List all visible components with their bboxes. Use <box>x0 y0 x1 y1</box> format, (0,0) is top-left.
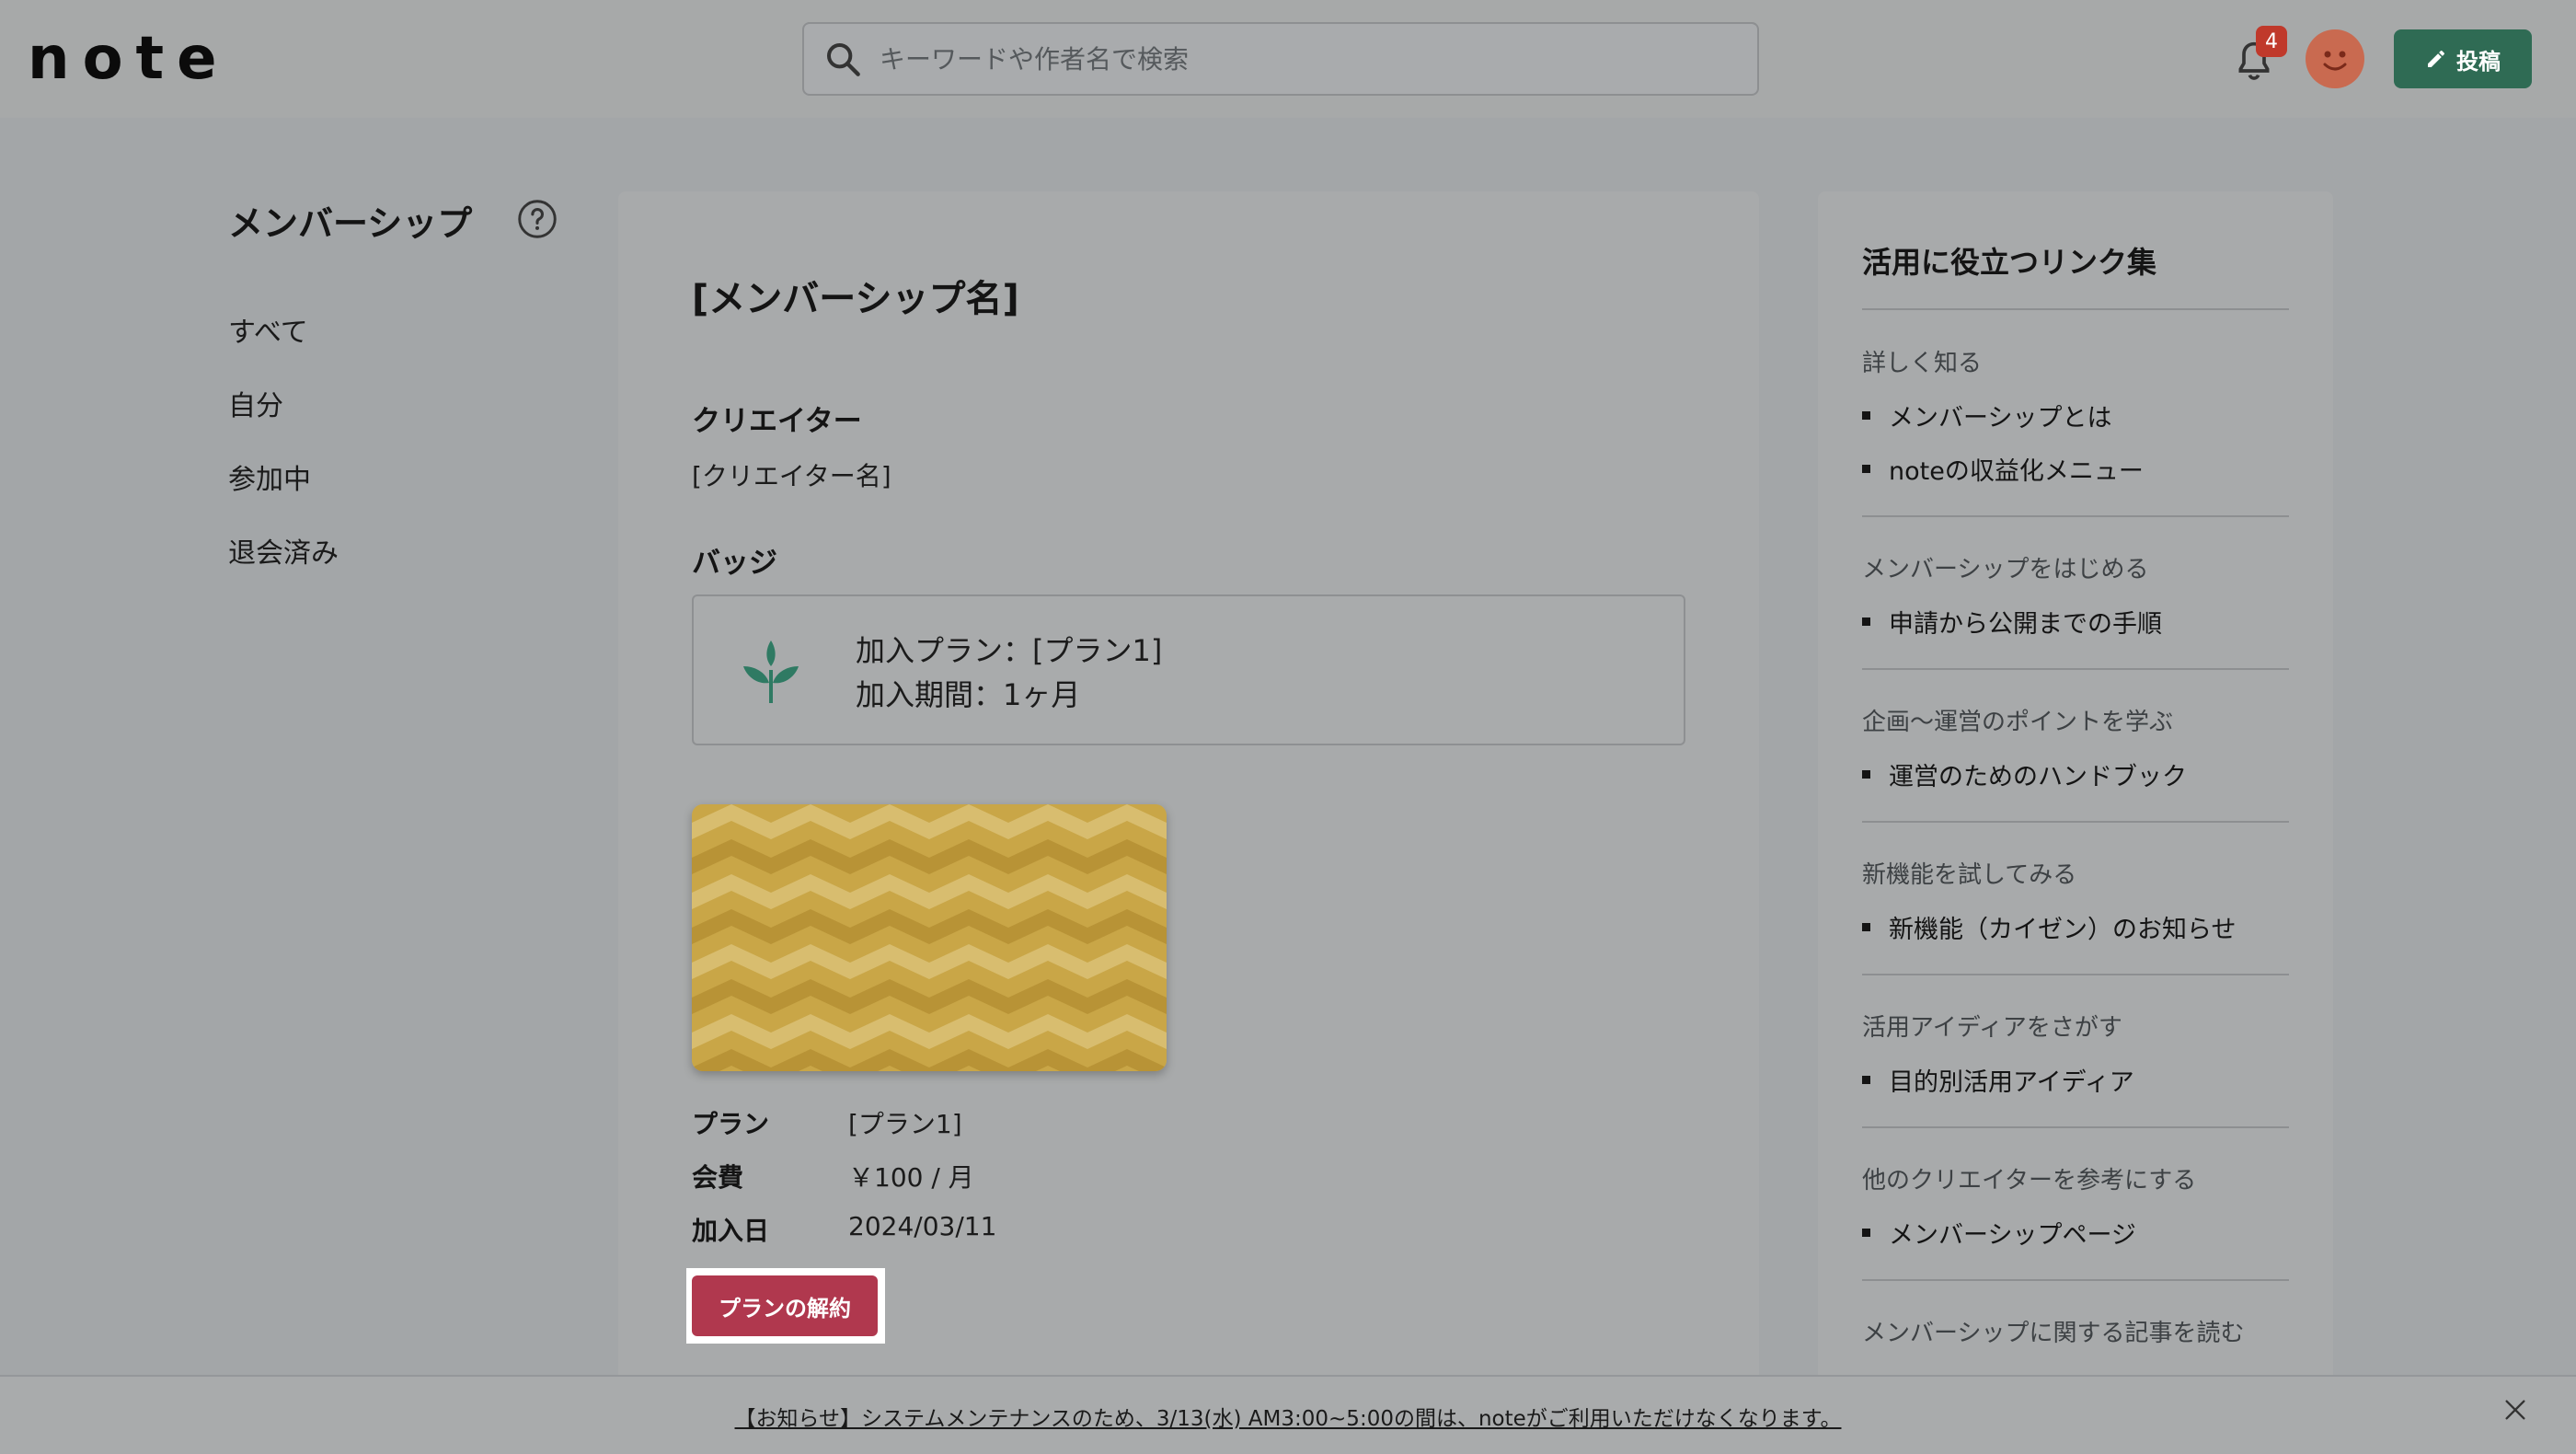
plan-card-image <box>692 804 1167 1071</box>
sidebar-item-all[interactable]: すべて <box>228 309 308 350</box>
links-group-heading: 詳しく知る <box>1862 350 1983 377</box>
cancel-plan-button[interactable]: プランの解約 <box>692 1275 878 1336</box>
bullet-icon <box>1862 1229 1870 1237</box>
divider <box>1862 821 2289 823</box>
link-label: noteの収益化メニュー <box>1889 457 2144 486</box>
smiley-icon <box>2323 51 2347 71</box>
bullet-icon <box>1862 617 1870 626</box>
divider <box>1862 308 2289 310</box>
link-handbook[interactable]: 運営のためのハンドブック <box>1862 756 2187 792</box>
link-label: メンバーシップページ <box>1889 1221 2136 1250</box>
avatar[interactable] <box>2306 29 2364 88</box>
sidebar-item-mine[interactable]: 自分 <box>228 383 283 423</box>
notice-bar: 【お知らせ】システムメンテナンスのため、3/13(水) AM3:00~5:00の… <box>0 1375 2576 1454</box>
link-membership-page[interactable]: メンバーシップページ <box>1862 1215 2136 1251</box>
bullet-icon <box>1862 1076 1870 1084</box>
chevron-pattern <box>692 804 1167 1071</box>
sidebar-item-left[interactable]: 退会済み <box>228 530 339 571</box>
divider <box>1862 1126 2289 1128</box>
membership-title: [メンバーシップ名] <box>692 278 1019 320</box>
join-date-value: 2024/03/11 <box>848 1211 997 1241</box>
bullet-icon <box>1862 923 1870 931</box>
link-about-membership[interactable]: メンバーシップとは <box>1862 398 2111 433</box>
sidebar-title: メンバーシップ <box>228 203 473 244</box>
links-group-heading: 活用アイディアをさがす <box>1862 1014 2122 1042</box>
fee-label: 会費 <box>692 1162 744 1193</box>
link-label: 目的別活用アイディア <box>1889 1068 2134 1097</box>
creator-heading: クリエイター <box>692 405 862 438</box>
bullet-icon <box>1862 465 1870 473</box>
divider <box>1862 974 2289 975</box>
divider <box>1862 668 2289 670</box>
plan-label: プラン <box>692 1109 770 1139</box>
link-new-features[interactable]: 新機能（カイゼン）のお知らせ <box>1862 909 2236 945</box>
link-monetization[interactable]: noteの収益化メニュー <box>1862 451 2144 487</box>
search-icon <box>827 43 860 76</box>
links-group-heading: 企画〜運営のポイントを学ぶ <box>1862 709 2174 736</box>
fee-value: ￥100 / 月 <box>848 1162 974 1193</box>
header: note 4 投稿 <box>0 0 2576 118</box>
close-icon[interactable] <box>2502 1397 2528 1423</box>
badge-heading: バッジ <box>692 547 777 580</box>
links-group-heading: メンバーシップに関する記事を読む <box>1862 1320 2245 1347</box>
badge-plan: 加入プラン：[プラン1] <box>856 633 1163 668</box>
plan-value: [プラン1] <box>848 1109 962 1139</box>
badge-box: 加入プラン：[プラン1] 加入期間：1ヶ月 <box>692 594 1685 745</box>
bullet-icon <box>1862 770 1870 779</box>
sprout-icon <box>743 640 799 703</box>
links-group-heading: 新機能を試してみる <box>1862 861 2077 889</box>
bullet-icon <box>1862 411 1870 420</box>
link-label: メンバーシップとは <box>1889 404 2112 433</box>
pencil-icon <box>2428 50 2444 67</box>
links-group-heading: メンバーシップをはじめる <box>1862 556 2149 583</box>
post-button[interactable]: 投稿 <box>2394 29 2532 88</box>
help-icon[interactable] <box>517 199 558 239</box>
link-label: 運営のためのハンドブック <box>1889 763 2187 791</box>
link-application-steps[interactable]: 申請から公開までの手順 <box>1862 604 2162 640</box>
link-ideas[interactable]: 目的別活用アイディア <box>1862 1062 2134 1098</box>
membership-detail-card <box>618 191 1759 1388</box>
sidebar-item-joined[interactable]: 参加中 <box>228 456 311 497</box>
divider <box>1862 515 2289 517</box>
post-label: 投稿 <box>2456 48 2501 75</box>
creator-name[interactable]: [クリエイター名] <box>692 456 891 493</box>
divider <box>1862 1279 2289 1281</box>
note-logo[interactable]: note <box>28 29 230 88</box>
notification-badge: 4 <box>2256 26 2287 57</box>
search-input[interactable] <box>880 31 1757 87</box>
join-date-label: 加入日 <box>692 1216 770 1246</box>
links-title: 活用に役立つリンク集 <box>1862 245 2157 280</box>
notice-text[interactable]: 【お知らせ】システムメンテナンスのため、3/13(水) AM3:00~5:00の… <box>0 1401 2576 1432</box>
links-group-heading: 他のクリエイターを参考にする <box>1862 1167 2197 1194</box>
badge-period: 加入期間：1ヶ月 <box>856 677 1081 712</box>
link-label: 申請から公開までの手順 <box>1889 610 2162 639</box>
link-label: 新機能（カイゼン）のお知らせ <box>1889 916 2237 944</box>
search-box[interactable] <box>802 22 1759 96</box>
